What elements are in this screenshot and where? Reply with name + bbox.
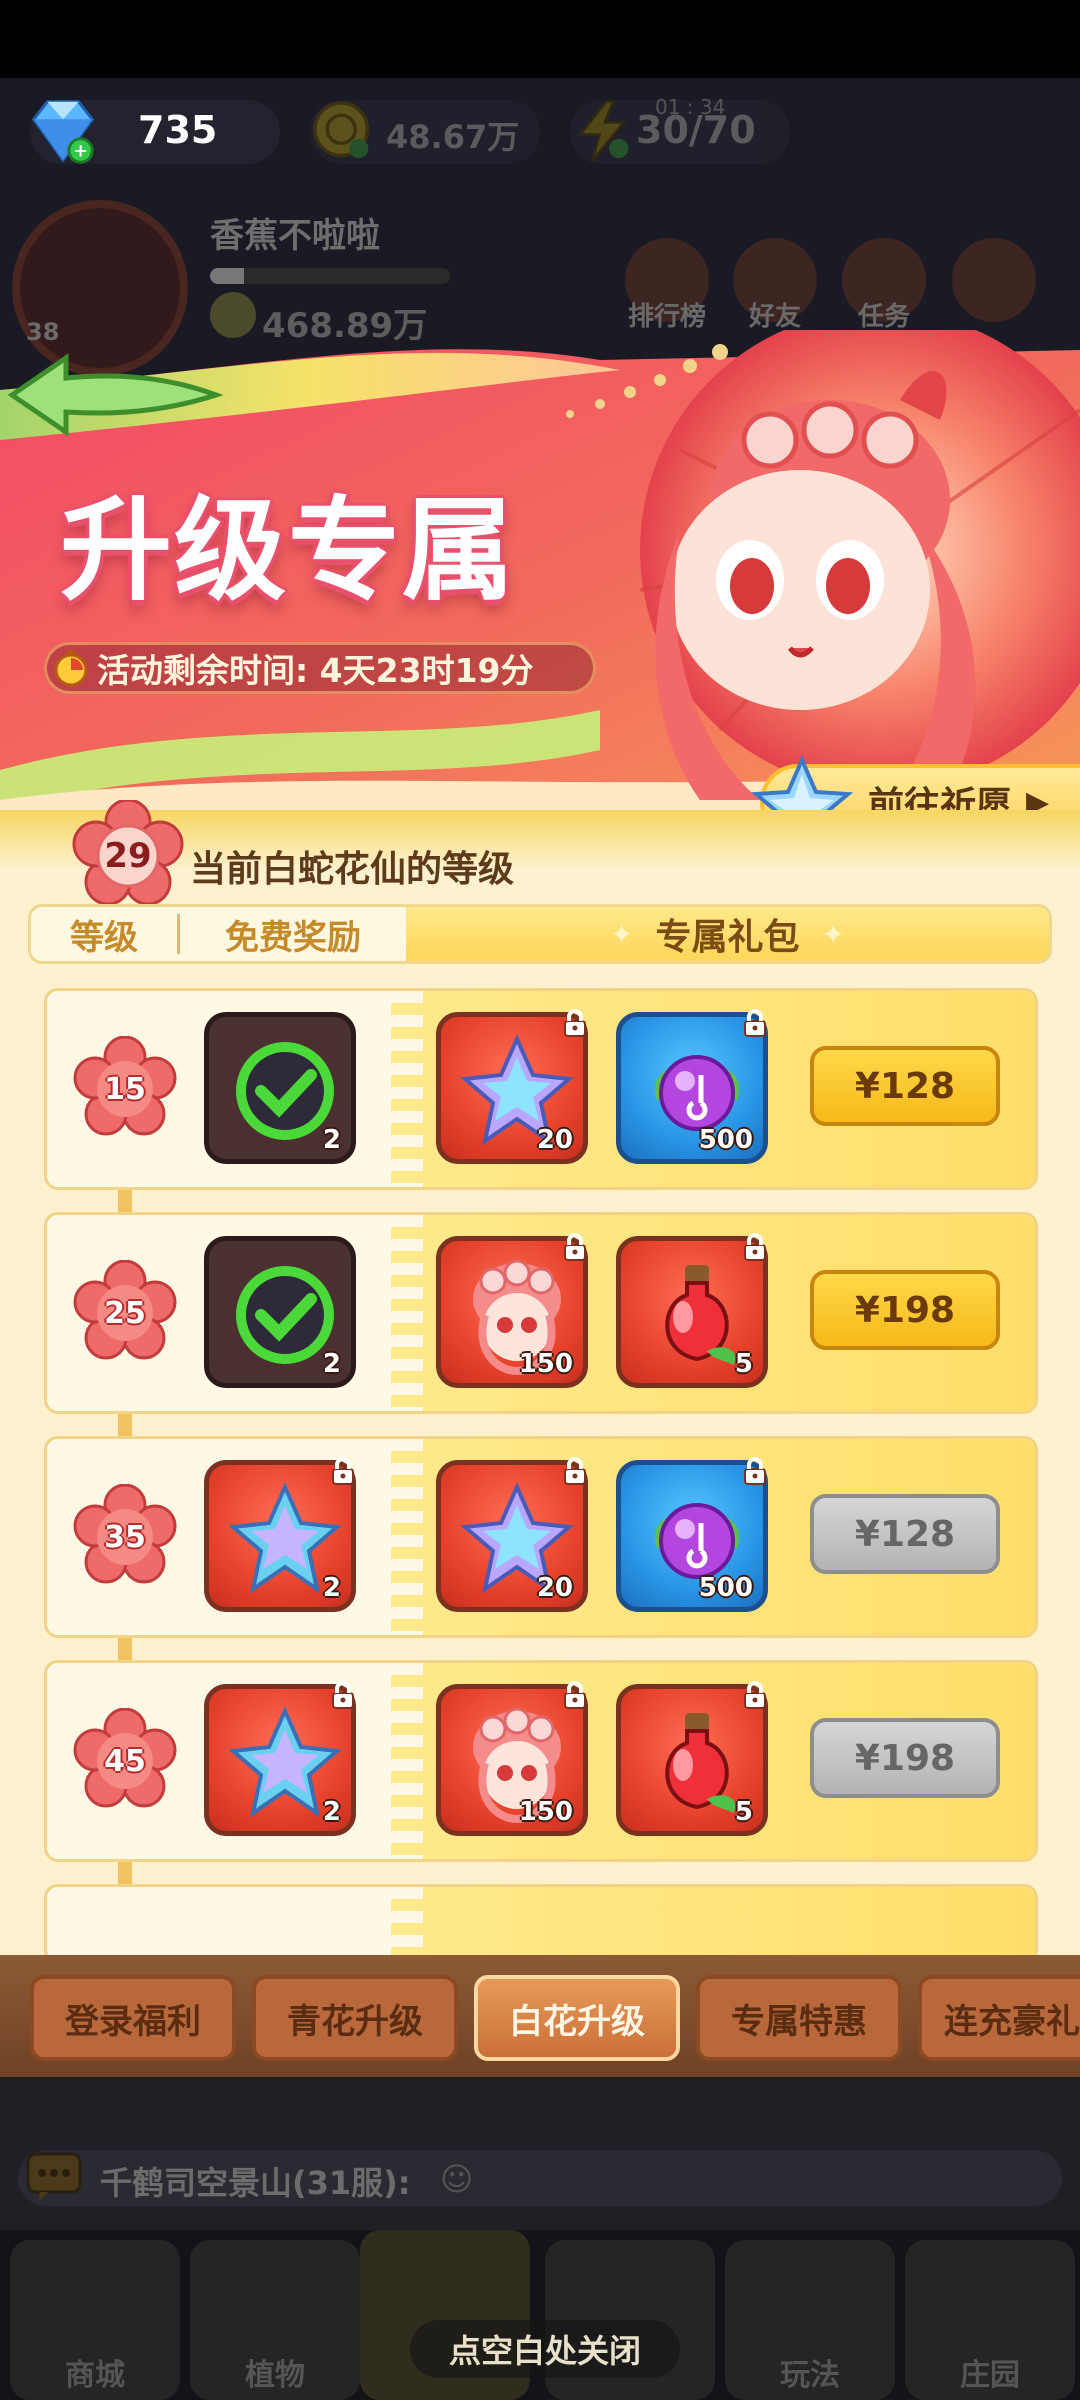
item-count: 2 [322, 1125, 341, 1155]
lock-icon [560, 1008, 590, 1038]
item-count: 2 [322, 1573, 341, 1603]
header-exclusive-pack: ✦ 专属礼包 ✦ [406, 907, 1049, 961]
buy-pack-button[interactable]: ¥198 [810, 1270, 1000, 1350]
status-bar [0, 0, 1080, 78]
gold-counter[interactable]: 48.67万 [310, 100, 540, 164]
diamond-count: 735 [138, 108, 218, 152]
buy-pack-button[interactable]: ¥128 [810, 1046, 1000, 1126]
event-timer-text: 活动剩余时间: 4天23时19分 [97, 651, 534, 690]
sparkle-icon: ✦ [610, 917, 634, 951]
item-count: 150 [518, 1797, 573, 1827]
back-arrow-icon[interactable] [6, 350, 226, 440]
item-count: 5 [734, 1797, 753, 1827]
nav-plants-label: 植物 [245, 2358, 305, 2393]
lock-icon [740, 1456, 770, 1486]
reward-table-header: 等级 免费奖励 ✦ 专属礼包 ✦ [28, 904, 1052, 964]
friends-label: 好友 [748, 302, 801, 332]
header-free-reward: 免费奖励 [225, 917, 361, 958]
item-count: 500 [698, 1573, 753, 1603]
energy-refill-timer: 01 : 34 [655, 95, 726, 119]
row-level-number: 35 [104, 1520, 146, 1555]
tab-exclusive-offers[interactable]: 专属特惠 [696, 1975, 902, 2061]
gold-coin-icon [300, 88, 386, 174]
lock-icon [740, 1008, 770, 1038]
event-tab-bar: 登录福利 青花升级 白花升级 专属特惠 连充豪礼 [0, 1955, 1080, 2077]
player-name: 香蕉不啦啦 [210, 216, 380, 256]
item-count: 150 [518, 1349, 573, 1379]
more-button[interactable] [952, 238, 1036, 322]
diamond-counter[interactable]: + 735 [30, 100, 280, 164]
stopwatch-icon [54, 650, 88, 687]
close-hint[interactable]: 点空白处关闭 [410, 2320, 680, 2378]
diamond-icon: + [20, 88, 106, 174]
header-exclusive-label: 专属礼包 [655, 917, 800, 958]
current-level-label: 当前白蛇花仙的等级 [190, 849, 515, 890]
item-count: 500 [698, 1125, 753, 1155]
close-hint-text: 点空白处关闭 [448, 2332, 641, 2370]
lock-icon [560, 1456, 590, 1486]
free-reward-claimed[interactable]: 2 [204, 1012, 356, 1164]
item-count: 5 [734, 1349, 753, 1379]
buy-pack-button[interactable]: ¥198 [810, 1718, 1000, 1798]
sparkle-icon: ✦ [821, 917, 845, 951]
current-level-number: 29 [104, 836, 152, 876]
svg-text:+: + [73, 141, 88, 161]
buy-pack-button[interactable]: ¥128 [810, 1494, 1000, 1574]
item-count: 20 [536, 1573, 573, 1603]
tab-login-rewards[interactable]: 登录福利 [30, 1975, 236, 2061]
item-count: 2 [322, 1797, 341, 1827]
row-level-number: 45 [104, 1744, 146, 1779]
nav-shop-label: 商城 [65, 2358, 125, 2393]
free-reward-claimed[interactable]: 2 [204, 1236, 356, 1388]
tasks-label: 任务 [857, 302, 910, 332]
leaderboard-label: 排行榜 [627, 302, 706, 332]
tab-white-flower-upgrade[interactable]: 白花升级 [474, 1975, 680, 2061]
nav-manor-label: 庄园 [960, 2358, 1020, 2393]
tab-recharge-gifts[interactable]: 连充豪礼 [918, 1975, 1080, 2061]
lock-icon [328, 1456, 358, 1486]
tab-blue-flower-upgrade[interactable]: 青花升级 [252, 1975, 458, 2061]
chat-message: 千鹤司空景山(31服): [100, 2164, 411, 2202]
player-xp-bar [210, 268, 450, 284]
item-count: 20 [536, 1125, 573, 1155]
lock-icon [740, 1232, 770, 1262]
lock-icon [560, 1232, 590, 1262]
chat-bubble-icon [26, 2152, 82, 2202]
item-count: 2 [322, 1349, 341, 1379]
row-level-number: 15 [104, 1072, 146, 1107]
event-timer: 活动剩余时间: 4天23时19分 [44, 642, 596, 694]
nav-gameplay-label: 玩法 [780, 2358, 840, 2393]
lock-icon [560, 1680, 590, 1710]
emoji-icon: ☺ [440, 2160, 474, 2198]
header-level: 等级 [70, 917, 138, 958]
lock-icon [328, 1680, 358, 1710]
lock-icon [740, 1680, 770, 1710]
reward-row-partial [44, 1884, 1038, 1964]
gold-count: 48.67万 [386, 118, 520, 156]
lightning-icon [560, 88, 646, 174]
row-level-number: 25 [104, 1296, 146, 1331]
event-title: 升级专属 [60, 486, 516, 616]
